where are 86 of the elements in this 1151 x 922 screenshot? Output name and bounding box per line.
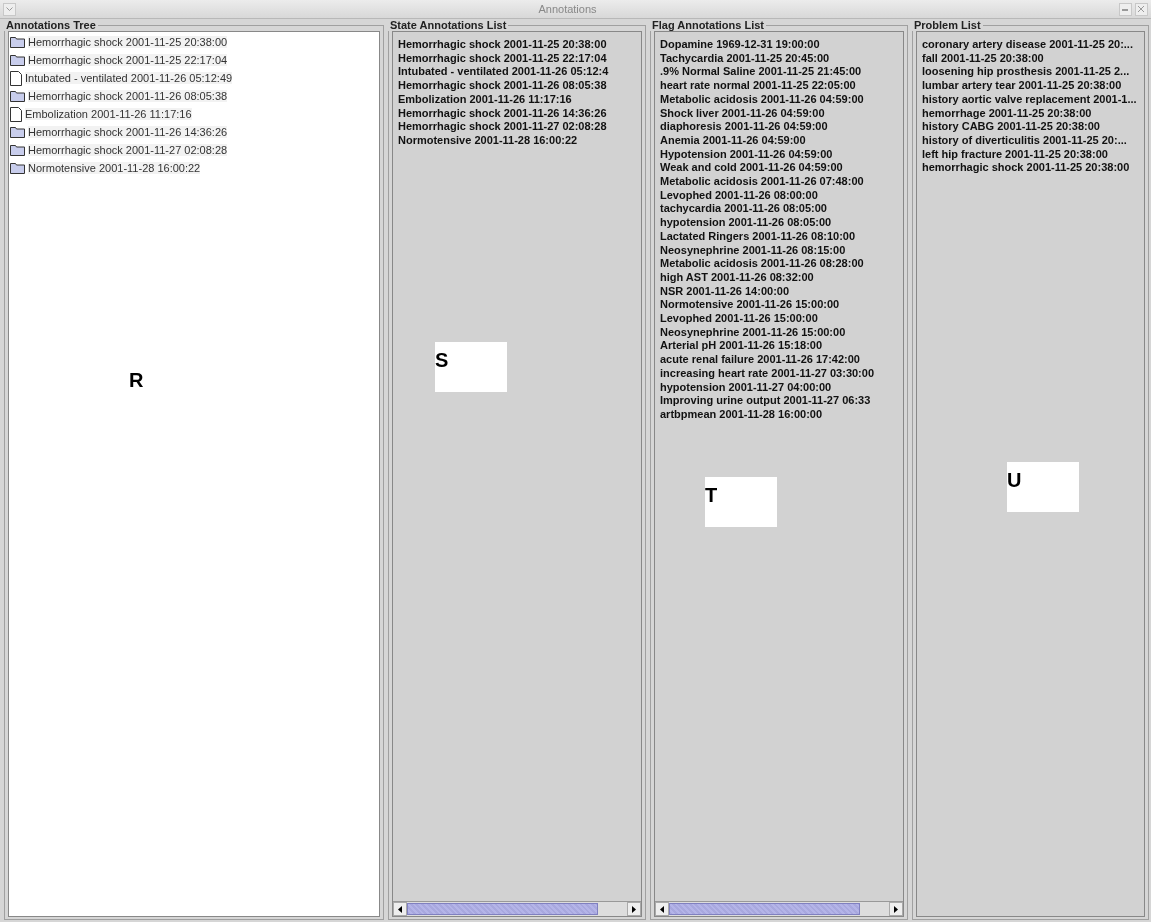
- marker-label: S: [435, 342, 507, 392]
- right-triangle-icon: [894, 905, 898, 913]
- tree-node[interactable]: Hemorrhagic shock 2001-11-25 20:38:00: [28, 36, 228, 48]
- close-button[interactable]: [1135, 2, 1148, 16]
- close-icon: [1138, 6, 1145, 12]
- tree-node[interactable]: Hemorrhagic shock 2001-11-25 22:17:04: [28, 54, 228, 66]
- left-triangle-icon: [660, 905, 664, 913]
- panel-title: Annotations Tree: [5, 19, 97, 31]
- list-item[interactable]: Levophed 2001-11-26 08:00:00: [660, 188, 818, 203]
- list-item[interactable]: Embolization 2001-11-26 11:17:16: [398, 92, 572, 107]
- list-item[interactable]: hypotension 2001-11-26 08:05:00: [660, 216, 832, 230]
- list-item[interactable]: Metabolic acidosis 2001-11-26 04:59:00: [660, 92, 864, 107]
- list-item[interactable]: history aortic valve replacement 2001-1...: [922, 92, 1137, 107]
- scroll-right-button[interactable]: [627, 902, 641, 916]
- list-item[interactable]: Lactated Ringers 2001-11-26 08:10:00: [660, 229, 856, 244]
- panel-title: Problem List: [913, 19, 982, 31]
- list-item[interactable]: Hemorrhagic shock 2001-11-26 08:05:38: [398, 79, 607, 93]
- list-item[interactable]: history CABG 2001-11-25 20:38:00: [922, 120, 1100, 134]
- list-item[interactable]: heart rate normal 2001-11-25 22:05:00: [660, 79, 856, 93]
- list-item[interactable]: Tachycardia 2001-11-25 20:45:00: [660, 51, 830, 66]
- list-item[interactable]: hemorrhage 2001-11-25 20:38:00: [922, 106, 1092, 121]
- minimize-button[interactable]: [1119, 2, 1132, 16]
- list-item[interactable]: artbpmean 2001-11-28 16:00:00: [660, 408, 823, 422]
- tree-node[interactable]: Normotensive 2001-11-28 16:00:22: [28, 162, 201, 174]
- list-item[interactable]: Neosynephrine 2001-11-26 15:00:00: [660, 325, 846, 340]
- folder-icon: [10, 90, 25, 102]
- folder-icon: [10, 162, 25, 174]
- list-item[interactable]: left hip fracture 2001-11-25 20:38:00: [922, 147, 1108, 162]
- list-item[interactable]: .9% Normal Saline 2001-11-25 21:45:00: [660, 65, 862, 80]
- list-item[interactable]: Metabolic acidosis 2001-11-26 08:28:00: [660, 257, 864, 271]
- tree-node[interactable]: Embolization 2001-11-26 11:17:16: [25, 108, 192, 120]
- list-item[interactable]: Normotensive 2001-11-26 15:00:00: [660, 298, 840, 313]
- marker-label: U: [1007, 462, 1079, 512]
- right-triangle-icon: [632, 905, 636, 913]
- list-item[interactable]: diaphoresis 2001-11-26 04:59:00: [660, 120, 828, 134]
- list-item[interactable]: hypotension 2001-11-27 04:00:00: [660, 380, 832, 395]
- list-item[interactable]: Improving urine output 2001-11-27 06:33: [660, 394, 871, 408]
- scroll-right-button[interactable]: [889, 902, 903, 916]
- tree-node[interactable]: Hemorrhagic shock 2001-11-26 14:36:26: [28, 126, 228, 138]
- list-item[interactable]: Hemorrhagic shock 2001-11-27 02:08:28: [398, 120, 607, 134]
- list-item[interactable]: increasing heart rate 2001-11-27 03:30:00: [660, 366, 875, 381]
- tree-node[interactable]: Hemorrhagic shock 2001-11-26 08:05:38: [28, 90, 228, 102]
- horizontal-scrollbar[interactable]: [393, 901, 641, 916]
- list-item[interactable]: lumbar artery tear 2001-11-25 20:38:00: [922, 79, 1122, 93]
- list-item[interactable]: NSR 2001-11-26 14:00:00: [660, 284, 790, 299]
- list-item[interactable]: Weak and cold 2001-11-26 04:59:00: [660, 161, 843, 176]
- folder-icon: [10, 54, 25, 66]
- scroll-left-button[interactable]: [393, 902, 407, 916]
- chevron-down-icon: [6, 6, 13, 12]
- left-triangle-icon: [398, 905, 402, 913]
- list-item[interactable]: loosening hip prosthesis 2001-11-25 2...: [922, 65, 1130, 80]
- list-item[interactable]: high AST 2001-11-26 08:32:00: [660, 270, 814, 285]
- list-item[interactable]: tachycardia 2001-11-26 08:05:00: [660, 202, 827, 217]
- tree-node[interactable]: Hemorrhagic shock 2001-11-27 02:08:28: [28, 144, 228, 156]
- window-title: Annotations: [538, 3, 597, 15]
- folder-icon: [10, 126, 25, 138]
- list-item[interactable]: Hemorrhagic shock 2001-11-25 22:17:04: [398, 51, 607, 66]
- tree-node[interactable]: Intubated - ventilated 2001-11-26 05:12:49: [25, 72, 233, 84]
- horizontal-scrollbar[interactable]: [655, 901, 903, 916]
- list-item[interactable]: Hypotension 2001-11-26 04:59:00: [660, 147, 833, 162]
- scroll-left-button[interactable]: [655, 902, 669, 916]
- list-item[interactable]: acute renal failure 2001-11-26 17:42:00: [660, 353, 860, 367]
- list-item[interactable]: Hemorrhagic shock 2001-11-25 20:38:00: [398, 38, 607, 52]
- scrollbar-thumb[interactable]: [407, 903, 599, 915]
- list-item[interactable]: Arterial pH 2001-11-26 15:18:00: [660, 339, 823, 354]
- list-item[interactable]: Normotensive 2001-11-28 16:00:22: [398, 133, 578, 148]
- list-item[interactable]: Hemorrhagic shock 2001-11-26 14:36:26: [398, 106, 607, 121]
- list-item[interactable]: Metabolic acidosis 2001-11-26 07:48:00: [660, 175, 864, 189]
- list-item[interactable]: Intubated - ventilated 2001-11-26 05:12:4: [398, 65, 609, 80]
- panel-title: Flag Annotations List: [651, 19, 766, 31]
- window-menu-button[interactable]: [3, 2, 16, 16]
- scrollbar-thumb[interactable]: [669, 903, 861, 915]
- folder-icon: [10, 144, 25, 156]
- list-item[interactable]: fall 2001-11-25 20:38:00: [922, 51, 1044, 66]
- list-item[interactable]: Anemia 2001-11-26 04:59:00: [660, 133, 806, 148]
- list-item[interactable]: Neosynephrine 2001-11-26 08:15:00: [660, 243, 846, 258]
- list-item[interactable]: history of diverticulitis 2001-11-25 20:...: [922, 133, 1127, 148]
- marker-label: T: [705, 477, 777, 527]
- minimize-icon: [1122, 7, 1129, 11]
- list-item[interactable]: Dopamine 1969-12-31 19:00:00: [660, 38, 820, 52]
- list-item[interactable]: Levophed 2001-11-26 15:00:00: [660, 312, 818, 326]
- folder-icon: [10, 36, 25, 48]
- panel-title: State Annotations List: [389, 19, 508, 31]
- list-item[interactable]: Shock liver 2001-11-26 04:59:00: [660, 106, 825, 121]
- list-item[interactable]: coronary artery disease 2001-11-25 20:...: [922, 38, 1133, 52]
- list-item[interactable]: hemorrhagic shock 2001-11-25 20:38:00: [922, 161, 1130, 176]
